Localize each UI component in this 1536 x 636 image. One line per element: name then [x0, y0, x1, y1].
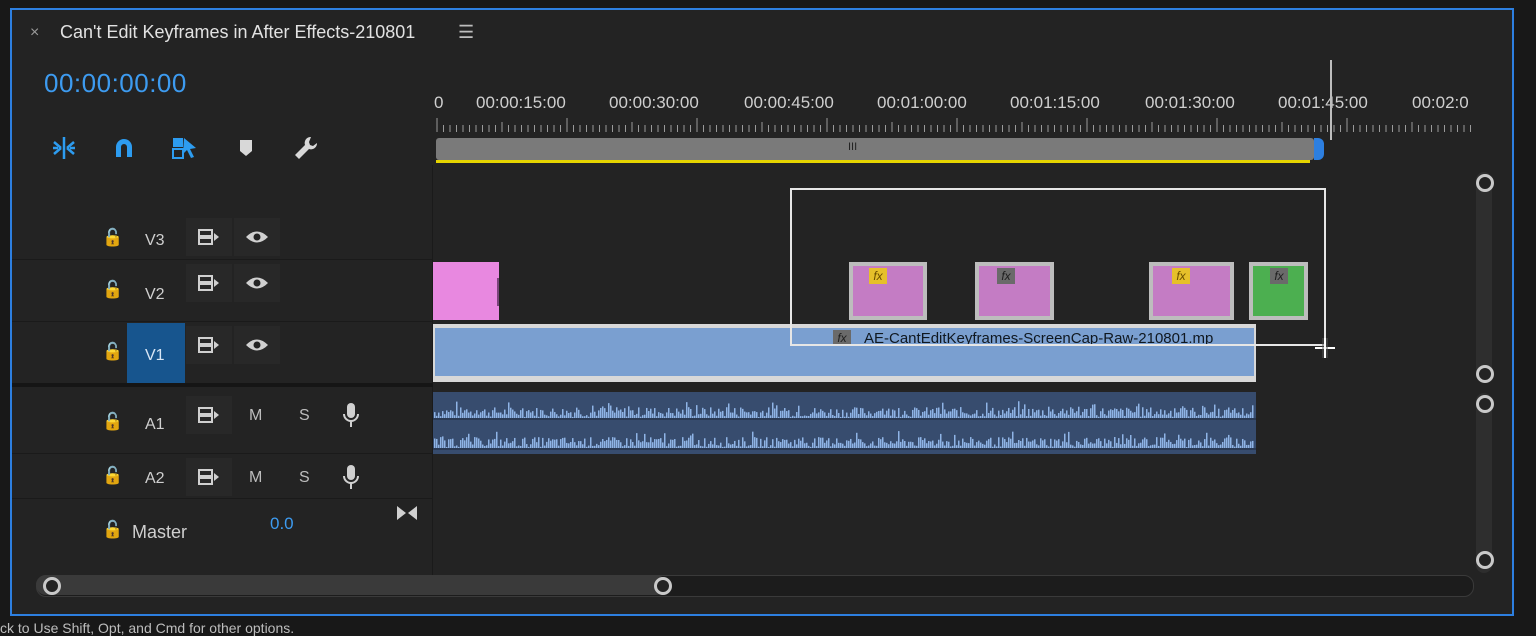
clip-a1-audio[interactable] [433, 392, 1256, 454]
eye-icon[interactable] [234, 326, 280, 364]
ruler-label: 0 [434, 93, 444, 112]
timeline-settings-wrench-icon[interactable] [290, 132, 322, 164]
linked-selection-icon[interactable] [168, 132, 200, 164]
mute-button[interactable]: M [249, 407, 262, 425]
track-name-v1[interactable]: V1 [145, 347, 165, 365]
ruler-label: 00:01:45:00 [1278, 93, 1368, 112]
eye-icon[interactable] [234, 218, 280, 256]
microphone-icon[interactable] [342, 464, 360, 495]
audio-waveform [433, 401, 1256, 450]
crosshair-cursor-icon [1314, 337, 1336, 364]
master-volume-value[interactable]: 0.0 [270, 514, 294, 534]
scroll-handle[interactable] [654, 577, 672, 595]
scroll-handle[interactable] [43, 577, 61, 595]
track-name-v2[interactable]: V2 [145, 286, 165, 304]
status-bar-hint: ck to Use Shift, Opt, and Cmd for other … [0, 620, 295, 636]
track-name-a1[interactable]: A1 [145, 416, 165, 434]
sync-lock-icon[interactable] [186, 326, 232, 364]
ruler-label: 00:00:45:00 [744, 93, 834, 112]
clip-pink-graphic[interactable] [433, 262, 499, 320]
ruler-label: 00:00:30:00 [609, 93, 699, 112]
track-name-master[interactable]: Master [132, 522, 187, 543]
timeline-panel: × Can't Edit Keyframes in After Effects-… [10, 8, 1514, 616]
ruler-label: 00:00:15:00 [476, 93, 566, 112]
scroll-handle[interactable] [1476, 551, 1494, 569]
sync-lock-icon[interactable] [186, 396, 232, 434]
lock-icon[interactable]: 🔓 [102, 412, 123, 432]
lock-icon[interactable]: 🔓 [102, 466, 123, 486]
work-area-bar[interactable] [436, 160, 1310, 163]
zoom-scroll-bar[interactable]: III [436, 138, 1314, 160]
snap-magnet-icon[interactable] [108, 132, 140, 164]
lock-icon[interactable]: 🔓 [102, 520, 123, 540]
horizontal-scroll-thumb[interactable] [36, 575, 666, 595]
solo-button[interactable]: S [299, 407, 310, 425]
audio-vertical-scrollbar[interactable] [1476, 393, 1492, 573]
ruler-label: 00:01:00:00 [877, 93, 967, 112]
playhead-line[interactable] [1330, 60, 1332, 140]
playhead-timecode[interactable]: 00:00:00:00 [44, 68, 187, 99]
time-ruler-ticks[interactable] [435, 118, 1475, 132]
lock-icon[interactable]: 🔓 [102, 342, 123, 362]
eye-icon[interactable] [234, 264, 280, 302]
lock-icon[interactable]: 🔓 [102, 228, 123, 248]
sync-lock-icon[interactable] [186, 218, 232, 256]
scroll-handle[interactable] [1476, 365, 1494, 383]
ruler-label: 00:01:30:00 [1145, 93, 1235, 112]
solo-button[interactable]: S [299, 469, 310, 487]
hamburger-menu-icon[interactable]: ☰ [458, 22, 474, 43]
close-tab-icon[interactable]: × [30, 24, 39, 42]
marquee-selection [790, 188, 1326, 346]
clip-edge [497, 278, 499, 306]
scroll-handle[interactable] [1476, 395, 1494, 413]
ruler-label: 00:02:0 [1412, 93, 1469, 112]
sync-lock-icon[interactable] [186, 458, 232, 496]
track-name-v3[interactable]: V3 [145, 232, 165, 250]
track-name-a2[interactable]: A2 [145, 470, 165, 488]
video-vertical-scrollbar[interactable] [1476, 172, 1492, 382]
sequence-title[interactable]: Can't Edit Keyframes in After Effects-21… [60, 22, 415, 43]
scroll-handle[interactable] [1476, 174, 1494, 192]
microphone-icon[interactable] [342, 402, 360, 433]
sync-lock-icon[interactable] [186, 264, 232, 302]
mute-button[interactable]: M [249, 469, 262, 487]
zoom-handle-end[interactable] [1314, 138, 1324, 160]
lock-icon[interactable]: 🔓 [102, 280, 123, 300]
insert-overwrite-sequences-icon[interactable] [48, 132, 80, 164]
ruler-label: 00:01:15:00 [1010, 93, 1100, 112]
zoom-grip[interactable]: III [848, 141, 857, 153]
add-marker-icon[interactable] [230, 132, 262, 164]
master-panner-icon[interactable] [396, 504, 418, 527]
